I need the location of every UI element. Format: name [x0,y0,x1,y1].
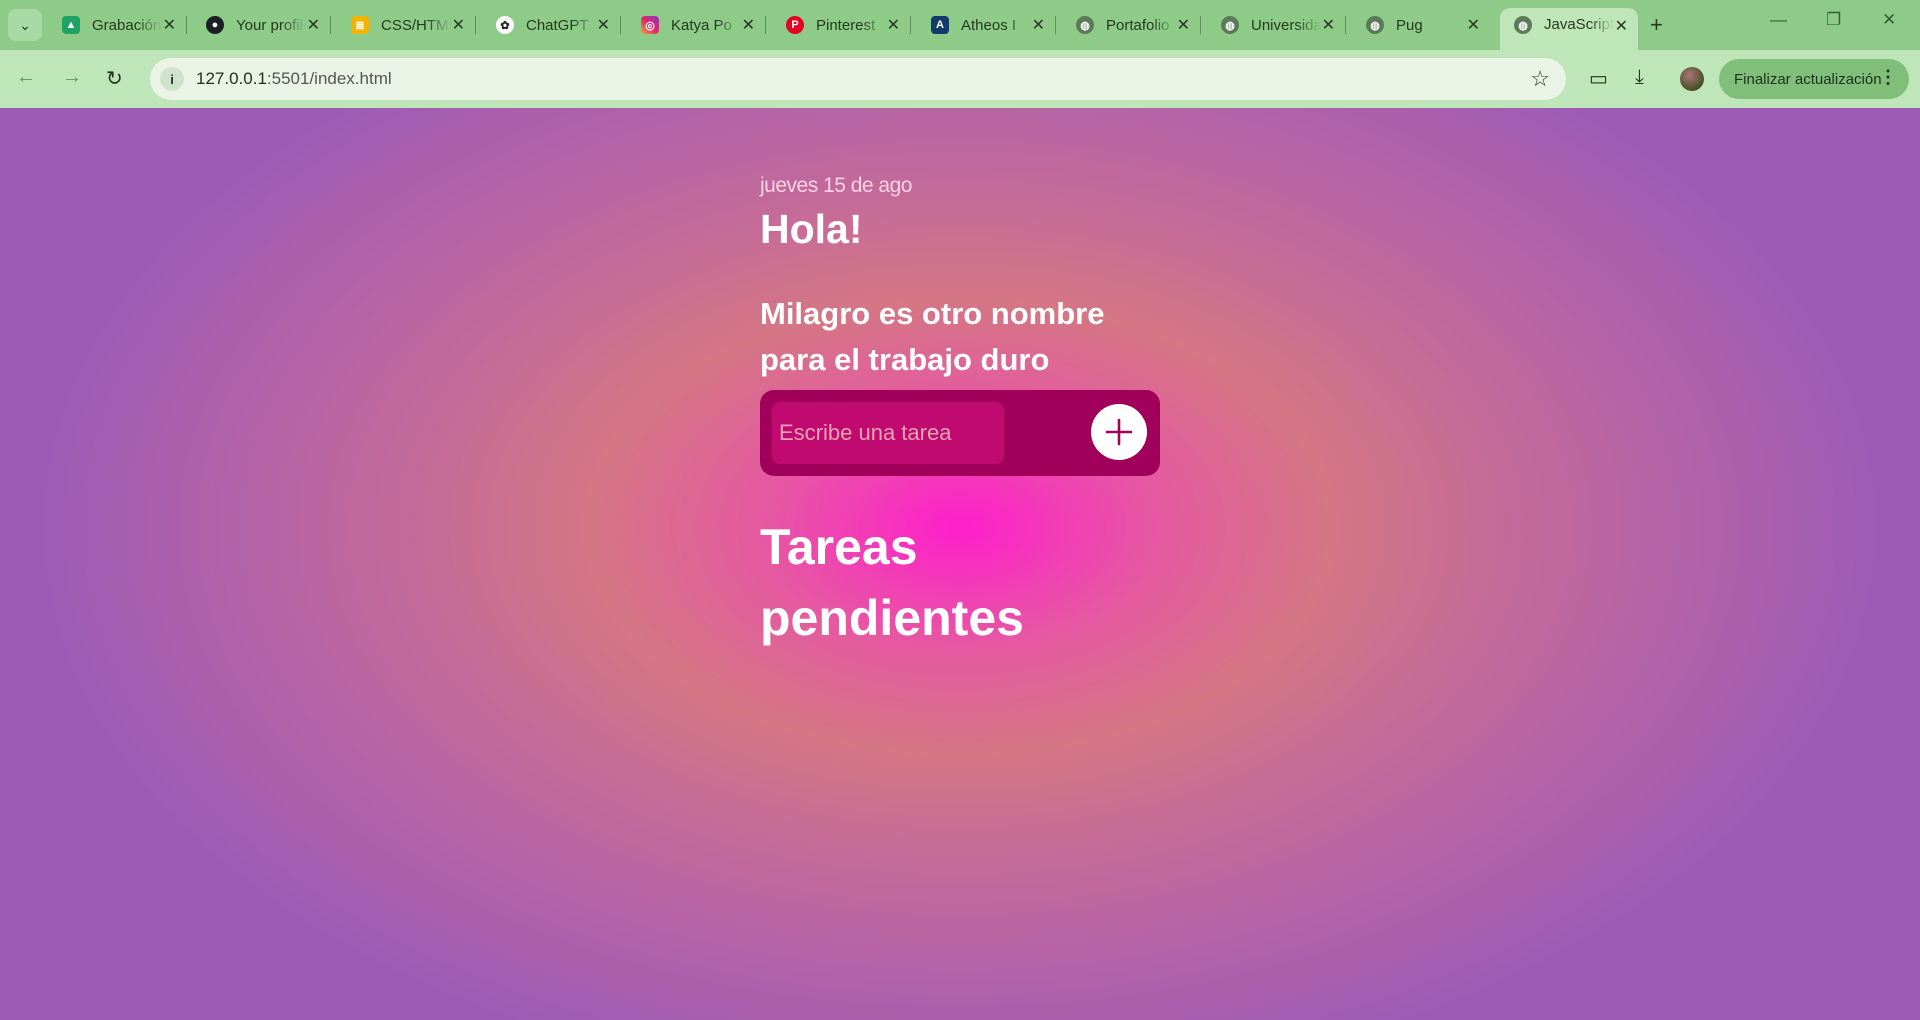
profile-avatar[interactable] [1680,67,1704,91]
tab-separator [1055,16,1056,34]
tab-portafolio[interactable]: ◍ Portafolio ✕ [1062,8,1201,42]
close-icon[interactable]: ✕ [742,15,755,35]
close-icon[interactable]: ✕ [1322,15,1335,35]
chatgpt-icon: ✿ [496,16,514,34]
new-tab-plus-icon[interactable]: + [1650,12,1663,38]
globe-icon: ◍ [1514,16,1532,34]
tab-separator [186,16,187,34]
tab-title: JavaScript [1544,16,1614,33]
pending-tasks-heading: Tareas pendientes [760,519,1024,646]
forward-arrow-icon[interactable]: → [62,66,82,89]
motivational-quote: Milagro es otro nombre para el trabajo d… [760,296,1105,377]
stackoverflow-icon: ≣ [351,16,369,34]
tab-universidad[interactable]: ◍ Universidad ✕ [1207,8,1346,42]
tab-separator [620,16,621,34]
url-path: :5501/index.html [266,69,392,88]
tab-pug[interactable]: ◍ Pug ✕ [1352,8,1490,42]
task-input[interactable] [772,402,1004,464]
close-icon[interactable]: ✕ [307,15,320,35]
plus-icon [1105,418,1133,446]
chevron-down-icon: ⌄ [19,16,31,33]
window-close-icon[interactable]: ✕ [1882,10,1896,30]
add-task-button[interactable] [1091,404,1147,460]
task-form [760,390,1160,476]
tab-grabacion[interactable]: ▲ Grabación ✕ [48,8,187,42]
globe-icon: ◍ [1366,16,1384,34]
tab-separator [475,16,476,34]
globe-icon: ◍ [1221,16,1239,34]
update-button-label: Finalizar actualización [1734,70,1882,88]
current-date: jueves 15 de ago [760,174,912,197]
site-info-icon[interactable]: i [160,67,184,91]
tab-separator [1200,16,1201,34]
tab-pinterest[interactable]: P Pinterest ✕ [772,8,911,42]
close-icon[interactable]: ✕ [1177,15,1190,35]
close-icon[interactable]: ✕ [1032,15,1045,35]
url-host: 127.0.0.1 [196,69,267,88]
download-icon[interactable]: ⤓ [1635,66,1644,89]
greeting-heading: Hola! [760,206,863,252]
close-icon[interactable]: ✕ [887,15,900,35]
tab-title: Grabación [92,16,162,34]
bookmark-star-icon[interactable]: ☆ [1530,66,1550,92]
reload-icon[interactable]: ↻ [106,66,123,91]
instagram-icon: ◎ [641,16,659,34]
tab-title: Katya Po [671,16,732,34]
finish-update-button[interactable]: Finalizar actualización ⋮ [1719,59,1909,99]
tab-separator [330,16,331,34]
close-icon[interactable]: ✕ [1615,16,1628,36]
tab-title: Pug [1396,16,1423,34]
tab-instagram[interactable]: ◎ Katya Po ✕ [627,8,766,42]
tab-title: Portafolio [1106,16,1170,34]
tab-chatgpt[interactable]: ✿ ChatGPT ✕ [482,8,621,42]
google-drive-icon: ▲ [62,16,80,34]
tab-title: Universidad [1251,16,1321,34]
cast-icon[interactable]: ▭ [1589,66,1608,91]
page-viewport: jueves 15 de ago Hola! Milagro es otro n… [0,108,1920,1020]
close-icon[interactable]: ✕ [1467,15,1480,35]
address-bar[interactable]: i 127.0.0.1:5501/index.html ☆ [150,58,1566,100]
tab-title: Pinterest [816,16,876,34]
globe-icon: ◍ [1076,16,1094,34]
tab-search-button[interactable]: ⌄ [8,9,42,41]
close-icon[interactable]: ✕ [452,15,465,35]
minimize-icon[interactable]: — [1770,10,1787,30]
pinterest-icon: P [786,16,804,34]
atheos-icon: A [931,16,949,34]
tab-strip: ⌄ ▲ Grabación ✕ ● Your profile ✕ ≣ CSS/H… [0,0,1920,50]
close-icon[interactable]: ✕ [163,15,176,35]
tab-github[interactable]: ● Your profile ✕ [192,8,331,42]
tab-separator [765,16,766,34]
close-icon[interactable]: ✕ [597,15,610,35]
more-vert-icon[interactable]: ⋮ [1879,67,1897,88]
tab-title: CSS/HTML [381,16,451,34]
tab-javascript-active[interactable]: ◍ JavaScript ✕ [1500,8,1638,50]
tab-atheos[interactable]: A Atheos I ✕ [917,8,1056,42]
tab-separator [1345,16,1346,34]
restore-icon[interactable]: ❐ [1826,10,1841,30]
tab-title: ChatGPT [526,16,589,34]
github-icon: ● [206,16,224,34]
tab-title: Your profile [236,16,306,34]
back-arrow-icon[interactable]: ← [16,66,36,89]
url-text[interactable]: 127.0.0.1:5501/index.html [196,69,392,89]
tab-separator [910,16,911,34]
tab-css-html[interactable]: ≣ CSS/HTML ✕ [337,8,476,42]
tab-title: Atheos I [961,16,1017,34]
